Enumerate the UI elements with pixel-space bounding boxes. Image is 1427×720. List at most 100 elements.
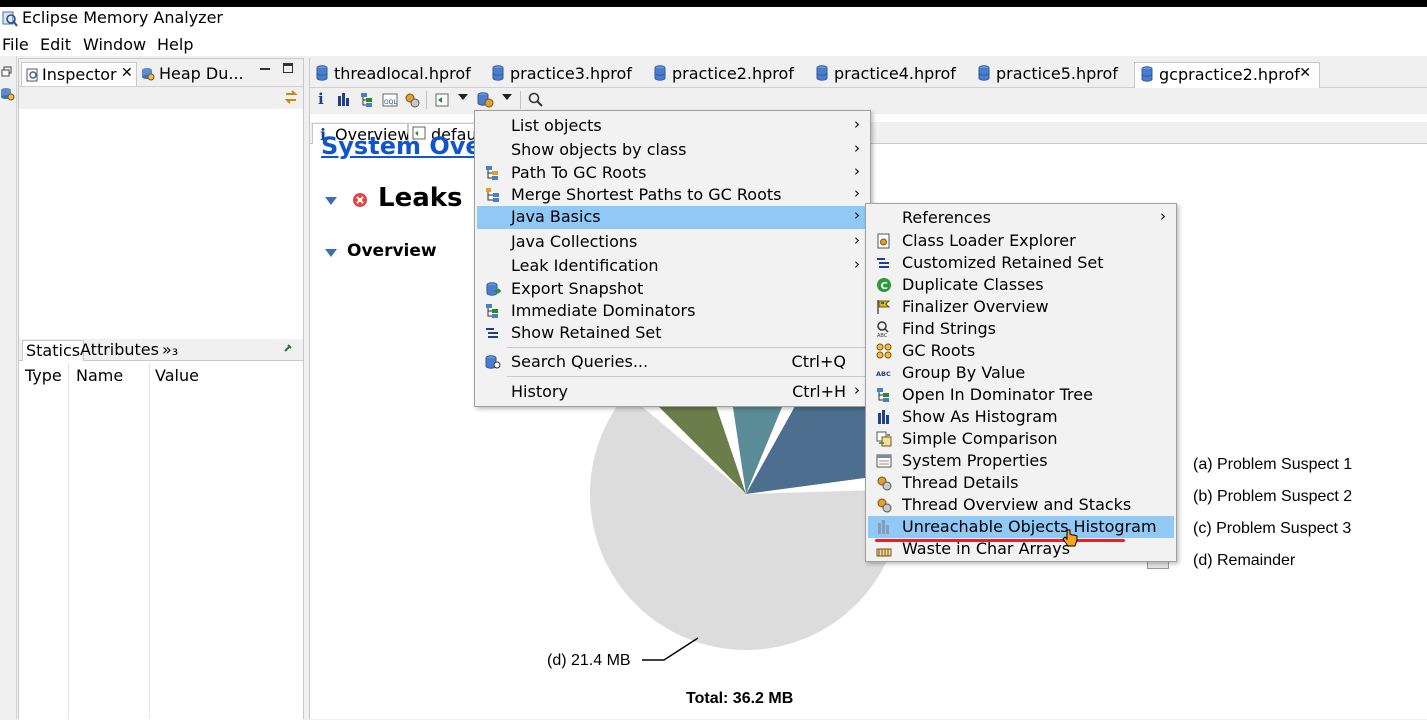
chevron-down-icon[interactable] <box>502 94 512 100</box>
menu-item-label: Java Basics <box>511 207 601 226</box>
tab-statics[interactable]: Statics <box>22 340 85 361</box>
legend-problem-suspect-2: (b) Problem Suspect 2 <box>1193 488 1353 505</box>
menu-item-list-objects[interactable]: List objects › <box>477 115 868 137</box>
column-type[interactable]: Type <box>25 366 62 385</box>
menu-item-show-retained-set[interactable]: Show Retained Set <box>477 322 868 344</box>
legend-remainder: (d) Remainder <box>1193 552 1296 569</box>
sync-arrows-icon[interactable] <box>283 89 299 105</box>
tab-gcpractice2-hprof[interactable]: gcpractice2.hprof ✕ <box>1134 62 1320 88</box>
search-icon[interactable] <box>528 92 544 108</box>
menu-item-label: Java Collections <box>511 232 638 251</box>
dominator-tree-icon[interactable] <box>360 92 376 108</box>
tab-attributes[interactable]: Attributes <box>80 340 159 359</box>
menu-window[interactable]: Window <box>83 35 146 54</box>
menu-help[interactable]: Help <box>157 35 193 54</box>
column-name[interactable]: Name <box>76 366 123 385</box>
query-browser-icon[interactable] <box>476 91 494 109</box>
menu-item-system-properties[interactable]: System Properties <box>868 450 1174 472</box>
gc-roots-icon <box>876 343 892 359</box>
menu-item-unreachable-objects-histogram[interactable]: Unreachable Objects Histogram <box>868 516 1174 538</box>
maximize-icon[interactable] <box>283 63 293 73</box>
histogram-icon[interactable] <box>337 93 351 106</box>
toolbar-separator <box>520 91 521 109</box>
menu-item-label: Customized Retained Set <box>902 253 1104 272</box>
menu-file[interactable]: File <box>2 35 29 54</box>
menu-shortcut: Ctrl+Q <box>791 352 846 371</box>
title-bar: Eclipse Memory Analyzer <box>0 7 1427 32</box>
pie-total: Total: 36.2 MB <box>686 690 794 707</box>
menu-item-thread-overview-and-stacks[interactable]: Thread Overview and Stacks <box>868 494 1174 516</box>
pin-icon[interactable] <box>283 343 293 353</box>
menu-item-show-objects-by-class[interactable]: Show objects by class › <box>477 139 868 161</box>
tab-label: threadlocal.hprof <box>334 64 471 83</box>
menu-item-show-as-histogram[interactable]: Show As Histogram <box>868 406 1174 428</box>
tab-practice4-hprof[interactable]: practice4.hprof <box>810 62 972 88</box>
tab-label: practice3.hprof <box>510 64 632 83</box>
menu-item-class-loader-explorer[interactable]: Class Loader Explorer <box>868 230 1174 252</box>
window-title: Eclipse Memory Analyzer <box>22 8 223 27</box>
system-overview-link[interactable]: System Ove <box>321 132 482 160</box>
menu-item-label: Export Snapshot <box>511 279 644 298</box>
menu-item-group-by-value[interactable]: ABC Group By Value <box>868 362 1174 384</box>
menu-item-simple-comparison[interactable]: Simple Comparison <box>868 428 1174 450</box>
heap-dump-trim-icon[interactable] <box>0 86 16 102</box>
run-report-icon[interactable] <box>434 92 450 108</box>
tab-label: practice5.hprof <box>996 64 1118 83</box>
tab-practice5-hprof[interactable]: practice5.hprof <box>972 62 1134 88</box>
menu-item-label: Thread Details <box>902 473 1019 492</box>
collapse-triangle-icon[interactable] <box>325 249 337 257</box>
restore-icon[interactable] <box>1 66 13 78</box>
column-value[interactable]: Value <box>155 366 199 385</box>
left-trim-bar <box>0 56 17 719</box>
menu-edit[interactable]: Edit <box>40 35 71 54</box>
menu-separator <box>507 347 867 348</box>
collapse-triangle-icon[interactable] <box>325 197 337 205</box>
close-icon[interactable]: ✕ <box>1299 65 1311 81</box>
menu-item-gc-roots[interactable]: GC Roots <box>868 340 1174 362</box>
merge-paths-icon <box>486 188 499 202</box>
thread-gears-icon[interactable] <box>404 92 420 108</box>
retained-set-icon <box>877 258 889 268</box>
menu-item-label: Simple Comparison <box>902 429 1058 448</box>
menu-item-label: Show As Histogram <box>902 407 1058 426</box>
tab-practice3-hprof[interactable]: practice3.hprof <box>486 62 648 88</box>
menu-item-merge-shortest-paths[interactable]: Merge Shortest Paths to GC Roots › <box>477 184 868 206</box>
menu-item-immediate-dominators[interactable]: Immediate Dominators <box>477 300 868 322</box>
menu-item-label: System Properties <box>902 451 1048 470</box>
info-icon[interactable]: i <box>318 90 324 108</box>
database-icon <box>1141 66 1153 82</box>
oql-icon[interactable]: OQL <box>382 92 398 108</box>
database-icon <box>978 65 990 81</box>
menu-item-history[interactable]: History Ctrl+H › <box>477 381 868 403</box>
submenu-arrow-icon: › <box>1160 207 1166 225</box>
menu-item-java-collections[interactable]: Java Collections › <box>477 231 868 253</box>
database-icon <box>492 65 504 81</box>
menu-item-label: Merge Shortest Paths to GC Roots <box>511 185 782 204</box>
menu-item-leak-identification[interactable]: Leak Identification › <box>477 255 868 277</box>
chevron-down-icon[interactable] <box>458 94 468 100</box>
tab-inspector[interactable]: Inspector ✕ <box>21 62 137 86</box>
tab-threadlocal-hprof[interactable]: threadlocal.hprof <box>310 62 486 88</box>
menu-item-export-snapshot[interactable]: Export Snapshot <box>477 278 868 300</box>
tab-practice2-hprof[interactable]: practice2.hprof <box>648 62 810 88</box>
menu-shortcut: Ctrl+H <box>792 382 846 401</box>
menu-item-java-basics[interactable]: Java Basics › <box>477 206 868 229</box>
tab-heap-dump[interactable]: Heap Du... <box>139 62 244 86</box>
memory-analyzer-icon <box>2 11 18 27</box>
menu-item-duplicate-classes[interactable]: C Duplicate Classes <box>868 274 1174 296</box>
close-icon[interactable]: ✕ <box>121 65 133 81</box>
menu-item-customized-retained-set[interactable]: Customized Retained Set <box>868 252 1174 274</box>
search-queries-icon <box>485 355 501 369</box>
menu-item-open-in-dominator-tree[interactable]: Open In Dominator Tree <box>868 384 1174 406</box>
menu-item-finalizer-overview[interactable]: Finalizer Overview <box>868 296 1174 318</box>
minimize-icon[interactable] <box>260 68 270 70</box>
more-tabs-chevron[interactable]: »₃ <box>162 340 178 359</box>
menu-item-path-to-gc-roots[interactable]: Path To GC Roots › <box>477 162 868 184</box>
menu-item-thread-details[interactable]: Thread Details <box>868 472 1174 494</box>
menu-item-search-queries[interactable]: Search Queries... Ctrl+Q <box>477 351 868 373</box>
thread-gears-icon <box>877 476 892 491</box>
menu-item-references[interactable]: References › <box>868 207 1174 229</box>
menu-item-find-strings[interactable]: ABC Find Strings <box>868 318 1174 340</box>
menu-item-label: Leak Identification <box>511 256 659 275</box>
submenu-arrow-icon: › <box>854 162 860 180</box>
